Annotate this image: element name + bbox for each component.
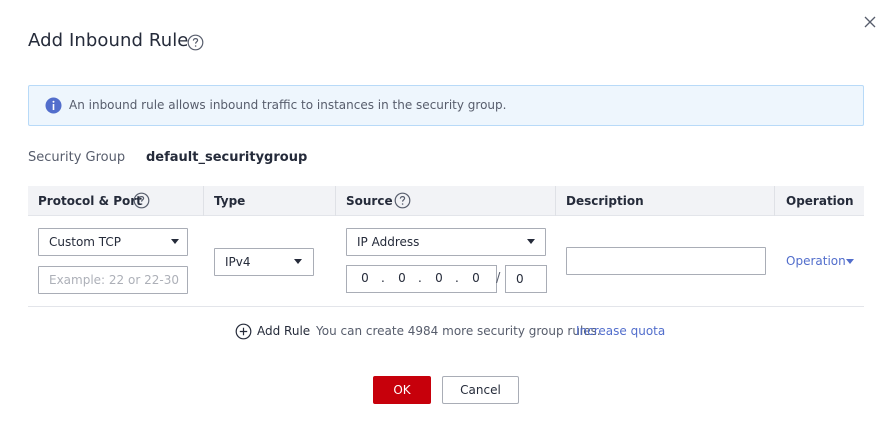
row-divider <box>28 306 864 307</box>
caret-down-icon <box>846 259 854 264</box>
close-icon[interactable] <box>862 14 878 30</box>
header-protocol-port: Protocol & Port <box>38 194 142 208</box>
help-icon[interactable] <box>394 192 411 209</box>
header-type: Type <box>214 194 246 208</box>
add-circle-icon[interactable] <box>235 323 252 340</box>
info-icon <box>45 97 62 114</box>
column-divider <box>774 186 775 216</box>
protocol-select[interactable]: Custom TCP <box>38 228 188 256</box>
help-icon[interactable] <box>187 34 204 51</box>
ip-octet-4[interactable]: 0 <box>469 271 483 285</box>
header-operation: Operation <box>786 194 854 208</box>
ip-dot: . <box>418 271 422 285</box>
help-icon[interactable] <box>133 192 150 209</box>
port-input-placeholder: Example: 22 or 22-30 <box>49 273 179 287</box>
description-input[interactable] <box>566 247 766 275</box>
type-select-value: IPv4 <box>225 255 251 269</box>
ok-button[interactable]: OK <box>373 376 431 404</box>
source-type-value: IP Address <box>357 235 420 249</box>
cidr-mask-input[interactable]: 0 <box>505 265 547 293</box>
security-group-label: Security Group <box>28 150 126 165</box>
protocol-select-value: Custom TCP <box>49 235 122 249</box>
caret-down-icon <box>294 259 302 264</box>
caret-down-icon <box>527 239 535 244</box>
source-type-select[interactable]: IP Address <box>346 228 546 256</box>
column-divider <box>555 186 556 216</box>
header-description: Description <box>566 194 644 208</box>
cidr-slash: / <box>496 271 501 286</box>
security-group-value: default_securitygroup <box>146 150 308 165</box>
header-source: Source <box>346 194 393 208</box>
caret-down-icon <box>171 239 179 244</box>
cancel-button[interactable]: Cancel <box>442 376 519 404</box>
column-divider <box>203 186 204 216</box>
table-header <box>28 186 864 216</box>
quota-text: You can create 4984 more security group … <box>316 324 601 338</box>
ip-octet-1[interactable]: 0 <box>358 271 372 285</box>
add-rule-button[interactable]: Add Rule <box>257 324 310 338</box>
increase-quota-link[interactable]: Increase quota <box>576 324 665 338</box>
info-text: An inbound rule allows inbound traffic t… <box>69 98 507 112</box>
ip-octet-3[interactable]: 0 <box>432 271 446 285</box>
dialog-title: Add Inbound Rule <box>28 30 189 51</box>
port-input[interactable]: Example: 22 or 22-30 <box>38 266 188 294</box>
ip-dot: . <box>381 271 385 285</box>
ip-octet-2[interactable]: 0 <box>395 271 409 285</box>
ip-dot: . <box>455 271 459 285</box>
operation-dropdown[interactable]: Operation <box>786 254 846 268</box>
column-divider <box>335 186 336 216</box>
